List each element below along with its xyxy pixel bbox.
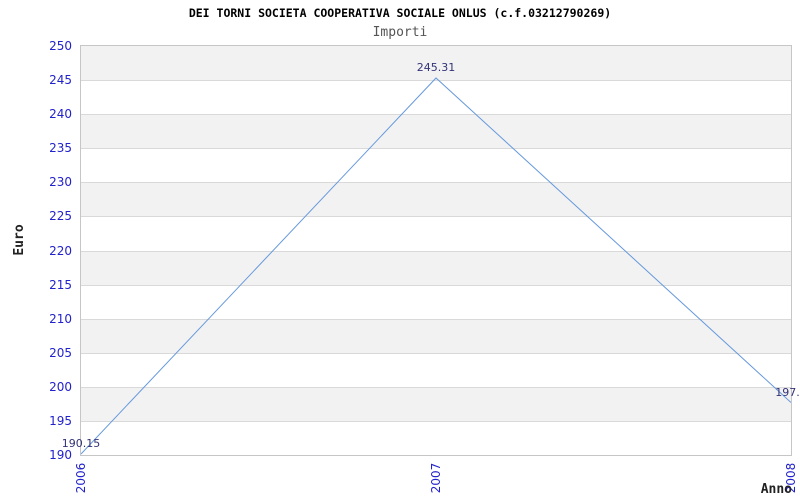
x-tick-label: 2007 (429, 462, 443, 494)
y-tick-label: 200 (49, 379, 72, 394)
y-tick-label: 250 (49, 39, 72, 53)
y-tick-label: 245 (49, 73, 72, 88)
chart-title: DEI TORNI SOCIETA COOPERATIVA SOCIALE ON… (188, 6, 612, 20)
y-tick-label: 235 (49, 141, 72, 156)
x-axis-title: Anno (760, 482, 792, 497)
y-tick-label: 205 (49, 345, 72, 360)
point-value-label: 197.7 (775, 385, 800, 399)
chart-subtitle: Importi (372, 25, 428, 40)
point-value-label: 245.31 (416, 60, 456, 74)
chart-canvas: DEI TORNI SOCIETA COOPERATIVA SOCIALE ON… (0, 0, 800, 500)
plot-area (80, 45, 792, 456)
point-value-label: 190.15 (61, 436, 101, 450)
y-tick-label: 240 (49, 107, 72, 122)
y-axis-title: Euro (12, 224, 27, 256)
y-tick-label: 190 (49, 448, 72, 462)
y-tick-label: 215 (49, 277, 72, 292)
y-tick-label: 210 (49, 311, 72, 326)
data-line (81, 77, 791, 455)
y-tick-label: 230 (49, 175, 72, 190)
y-tick-label: 195 (49, 413, 72, 428)
line-series-svg (81, 77, 791, 455)
